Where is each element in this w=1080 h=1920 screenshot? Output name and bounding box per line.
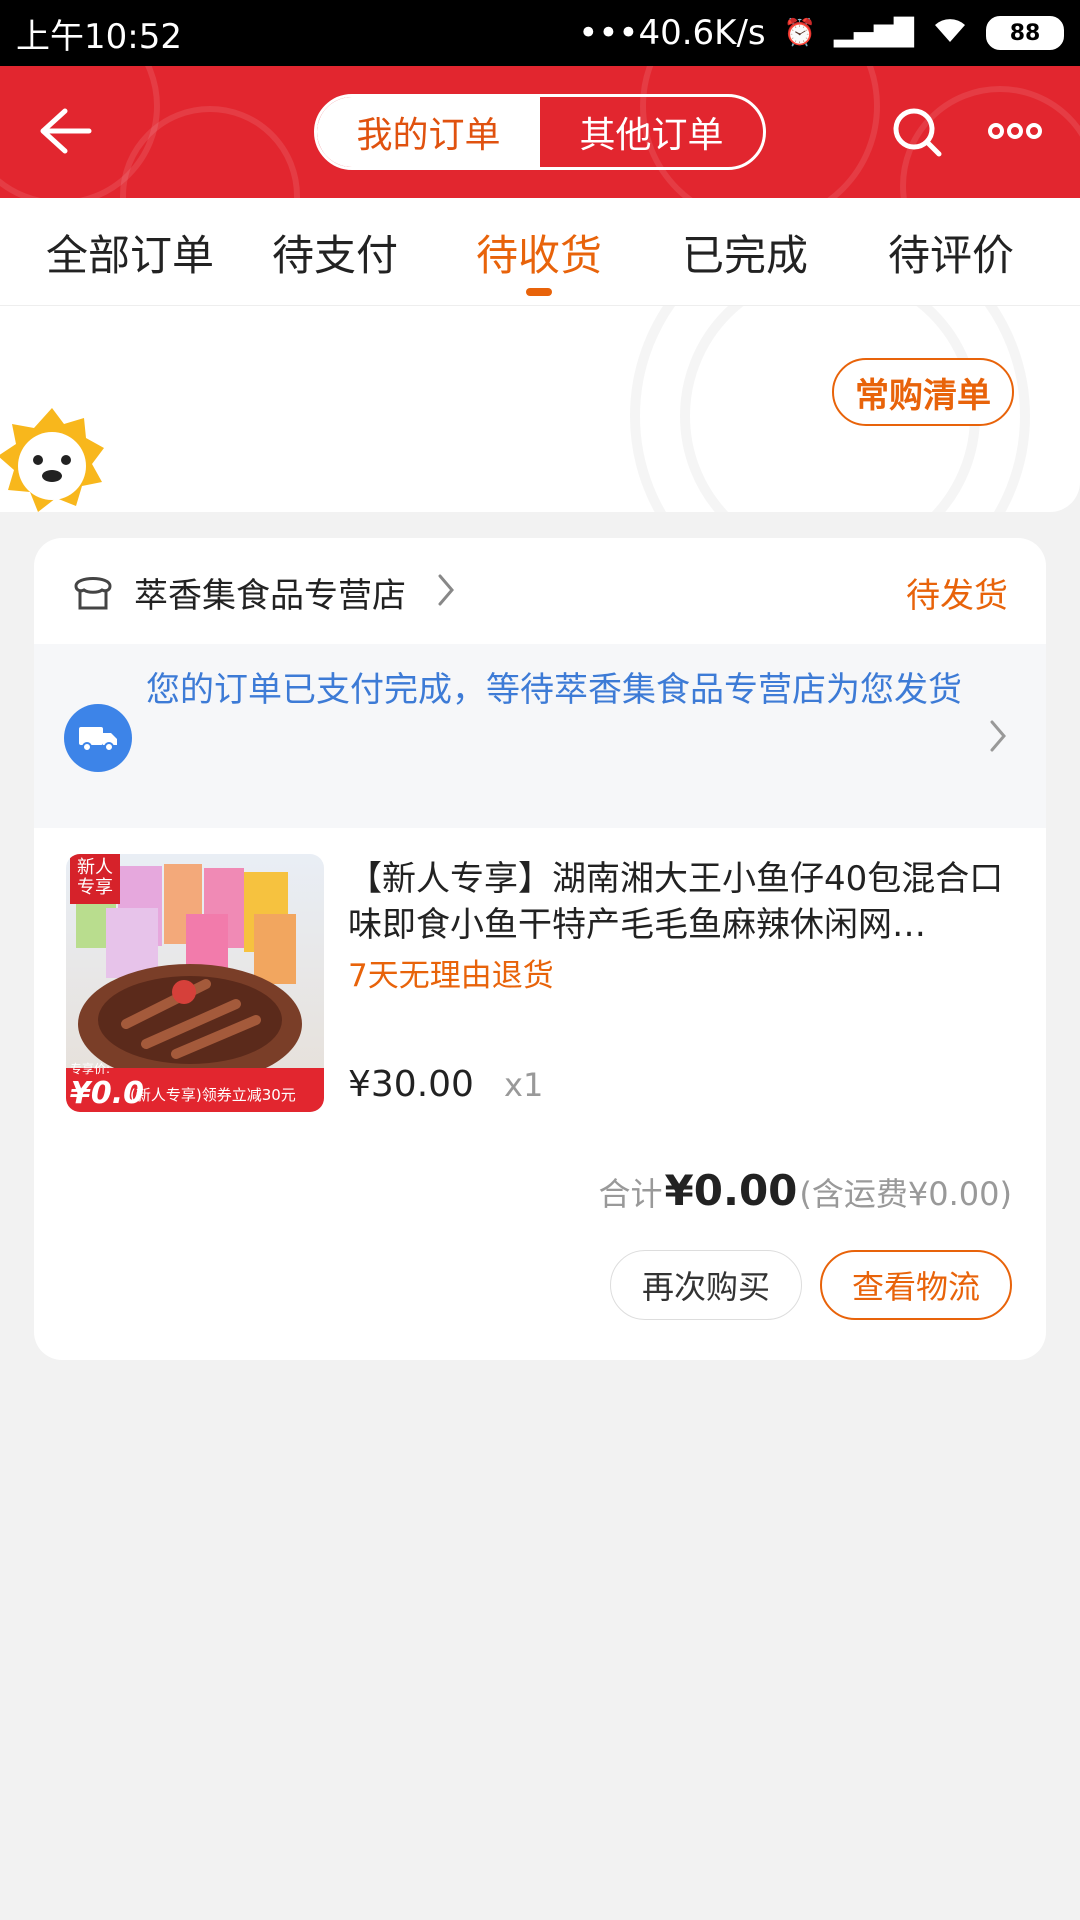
- alarm-icon: ⏰: [783, 18, 817, 48]
- chevron-right-icon: [438, 574, 454, 606]
- search-button[interactable]: [885, 100, 949, 164]
- active-tab-indicator: [526, 288, 552, 296]
- search-icon: [893, 108, 942, 157]
- total-amount: ¥0.00: [664, 1166, 798, 1215]
- product-title[interactable]: 【新人专享】湖南湘大王小鱼仔40包混合口味即食小鱼干特产毛毛鱼麻辣休闲网…: [348, 856, 1008, 948]
- tab-my-orders[interactable]: 我的订单: [317, 97, 540, 167]
- order-source-switch: 我的订单 其他订单: [314, 94, 766, 170]
- badge-promo: (新人专享)领券立减30元: [130, 1086, 296, 1104]
- order-status-badge: 待发货: [906, 576, 1008, 616]
- tab-completed[interactable]: 已完成: [640, 198, 850, 306]
- shop-name[interactable]: 萃香集食品专营店: [134, 568, 406, 617]
- shipping-notice-text: 您的订单已支付完成，等待萃香集食品专营店为您发货: [146, 670, 962, 710]
- wifi-icon: [932, 16, 968, 51]
- battery-indicator: 88: [986, 16, 1064, 50]
- tab-all-orders[interactable]: 全部订单: [20, 198, 240, 306]
- product-image[interactable]: 新人 专享 专享价: ¥0.0 (新人专享)领券立减30元: [66, 854, 324, 1112]
- shop-row[interactable]: 萃香集食品专营店 待发货: [34, 538, 1046, 644]
- back-button[interactable]: [30, 96, 100, 166]
- frequent-purchase-list-button[interactable]: 常购清单: [832, 358, 1014, 426]
- return-policy-tag: 7天无理由退货: [348, 958, 554, 994]
- order-banner: 常购清单: [0, 306, 1080, 512]
- order-status-tabs: 全部订单 待支付 待收货 已完成 待评价: [0, 198, 1080, 306]
- lion-mascot-icon: [0, 408, 104, 512]
- top-header: 我的订单 其他订单: [0, 66, 1080, 198]
- product-price: ¥30.00: [348, 1064, 474, 1105]
- back-arrow-icon: [40, 108, 92, 154]
- more-button[interactable]: [980, 106, 1050, 156]
- new-user-badge: 新人 专享: [77, 857, 113, 898]
- total-label: 合计: [598, 1175, 663, 1213]
- network-speed: •••40.6K/s: [578, 13, 766, 53]
- signal-icon: ▂▄▆█: [834, 18, 914, 48]
- more-dots-icon: [988, 123, 1042, 139]
- truck-icon: [64, 704, 132, 772]
- order-total: 合计 ¥0.00 (含运费¥0.00): [599, 1166, 1012, 1215]
- status-time: 上午10:52: [16, 16, 182, 57]
- buy-again-button[interactable]: 再次购买: [610, 1250, 802, 1320]
- product-quantity: x1: [504, 1066, 544, 1104]
- order-card: 萃香集食品专营店 待发货 您的订单已支付完成，等待萃香集食品专营店为您发货 新人…: [34, 538, 1046, 1360]
- tab-other-orders[interactable]: 其他订单: [540, 97, 763, 167]
- shipping-fee: (含运费¥0.00): [799, 1175, 1012, 1213]
- shipping-notice[interactable]: 您的订单已支付完成，等待萃香集食品专营店为您发货: [34, 644, 1046, 828]
- view-logistics-button[interactable]: 查看物流: [820, 1250, 1012, 1320]
- shop-icon: [74, 577, 112, 610]
- tab-to-review[interactable]: 待评价: [846, 198, 1056, 306]
- status-bar: 上午10:52 •••40.6K/s ⏰ ▂▄▆█ 88: [0, 0, 1080, 66]
- chevron-right-icon: [990, 720, 1006, 752]
- status-icons: •••40.6K/s ⏰ ▂▄▆█ 88: [578, 13, 1064, 53]
- tab-pending-payment[interactable]: 待支付: [230, 198, 440, 306]
- badge-price-label: 专享价:: [70, 1062, 111, 1076]
